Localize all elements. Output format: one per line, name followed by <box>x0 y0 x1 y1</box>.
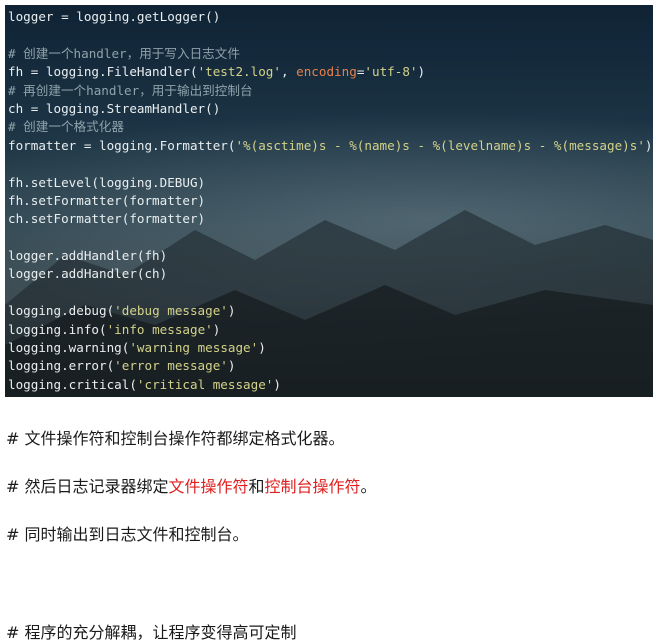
code-token: logger.addHandler(fh) <box>8 248 168 264</box>
note-output-both: # 同时输出到日志文件和控制台。 <box>6 525 249 544</box>
code-token: fh = logging.FileHandler( <box>8 64 198 80</box>
note-bind-formatter: # 文件操作符和控制台操作符都绑定格式化器。 <box>6 429 345 448</box>
code-line: logging.info('info message') <box>8 321 653 339</box>
code-comment: # 创建一个格式化器 <box>8 119 124 135</box>
code-line: fh = logging.FileHandler('test2.log', en… <box>8 63 653 81</box>
code-token: logger = logging.getLogger() <box>8 9 221 24</box>
code-comment: # 再创建一个handler，用于输出到控制台 <box>8 82 253 98</box>
code-line: formatter = logging.Formatter('%(asctime… <box>8 137 653 155</box>
code-string: 'warning message' <box>129 340 259 356</box>
code-token: ) <box>644 137 653 153</box>
code-line: logger.addHandler(ch) <box>8 265 653 283</box>
code-token: logger.addHandler(ch) <box>8 266 168 282</box>
code-comment: # 创建一个handler，用于写入日志文件 <box>8 45 240 61</box>
code-token: ) <box>273 376 281 392</box>
code-token: logging.error( <box>8 358 115 374</box>
blank-code-line <box>8 284 653 302</box>
code-string: 'test2.log' <box>197 64 281 80</box>
code-token: ) <box>417 64 426 80</box>
code-string: '%(asctime)s - %(name)s - %(levelname)s … <box>235 137 645 153</box>
code-token: , <box>280 64 297 80</box>
code-string: 'debug message' <box>114 303 228 319</box>
code-line: logger = logging.getLogger() <box>8 8 653 26</box>
code-token: logging.info( <box>8 321 107 337</box>
code-screenshot: logger = logging.getLogger() # 创建一个handl… <box>5 5 653 397</box>
code-token: ) <box>212 321 221 337</box>
code-line: ch = logging.StreamHandler() <box>8 100 653 118</box>
code-token: ) <box>227 303 236 319</box>
code-line: ch.setFormatter(formatter) <box>8 210 653 228</box>
code-token: ch = logging.StreamHandler() <box>8 100 221 116</box>
code-line: # 创建一个格式化器 <box>8 118 653 136</box>
note-text: 和 <box>248 477 265 496</box>
code-token: ) <box>227 358 236 374</box>
code-line: logging.warning('warning message') <box>8 339 653 357</box>
code-token: formatter = logging.Formatter( <box>8 137 236 153</box>
highlight-console-handler: 控制台操作符 <box>264 477 361 496</box>
code-token: logging.warning( <box>8 340 130 356</box>
code-token: fh.setFormatter(formatter) <box>8 192 206 208</box>
code-token: logging.debug( <box>8 303 115 319</box>
code-string: 'info message' <box>106 321 213 337</box>
code-token: ) <box>258 340 266 356</box>
code-line: # 再创建一个handler，用于输出到控制台 <box>8 82 653 100</box>
code-line: fh.setLevel(logging.DEBUG) <box>8 174 653 192</box>
code-token: ch.setFormatter(formatter) <box>8 211 206 227</box>
note-decoupling: # 程序的充分解耦，让程序变得高可定制 <box>6 623 297 642</box>
code-token: logging.critical( <box>8 376 137 392</box>
blank-code-line <box>8 229 653 247</box>
code-line: logging.critical('critical message') <box>8 376 653 394</box>
code-string: 'error message' <box>114 358 228 374</box>
blank-code-line <box>8 26 653 44</box>
note-bind-handlers: # 然后日志记录器绑定文件操作符和控制台操作符。 <box>6 473 377 497</box>
code-string: 'utf-8' <box>364 64 418 80</box>
code-line: fh.setFormatter(formatter) <box>8 192 653 210</box>
note-text: # 然后日志记录器绑定 <box>6 477 169 496</box>
code-string: 'critical message' <box>136 376 274 392</box>
code-line: logging.debug('debug message') <box>8 302 653 320</box>
code-keyword-arg: encoding <box>296 64 357 80</box>
blank-code-line <box>8 155 653 173</box>
code-line: # 创建一个handler，用于写入日志文件 <box>8 45 653 63</box>
note-text: 。 <box>360 477 377 496</box>
code-token: fh.setLevel(logging.DEBUG) <box>8 174 206 190</box>
highlight-file-handler: 文件操作符 <box>168 477 249 496</box>
code-text: logger = logging.getLogger() # 创建一个handl… <box>8 8 653 394</box>
code-line: logger.addHandler(fh) <box>8 247 653 265</box>
code-line: logging.error('error message') <box>8 357 653 375</box>
